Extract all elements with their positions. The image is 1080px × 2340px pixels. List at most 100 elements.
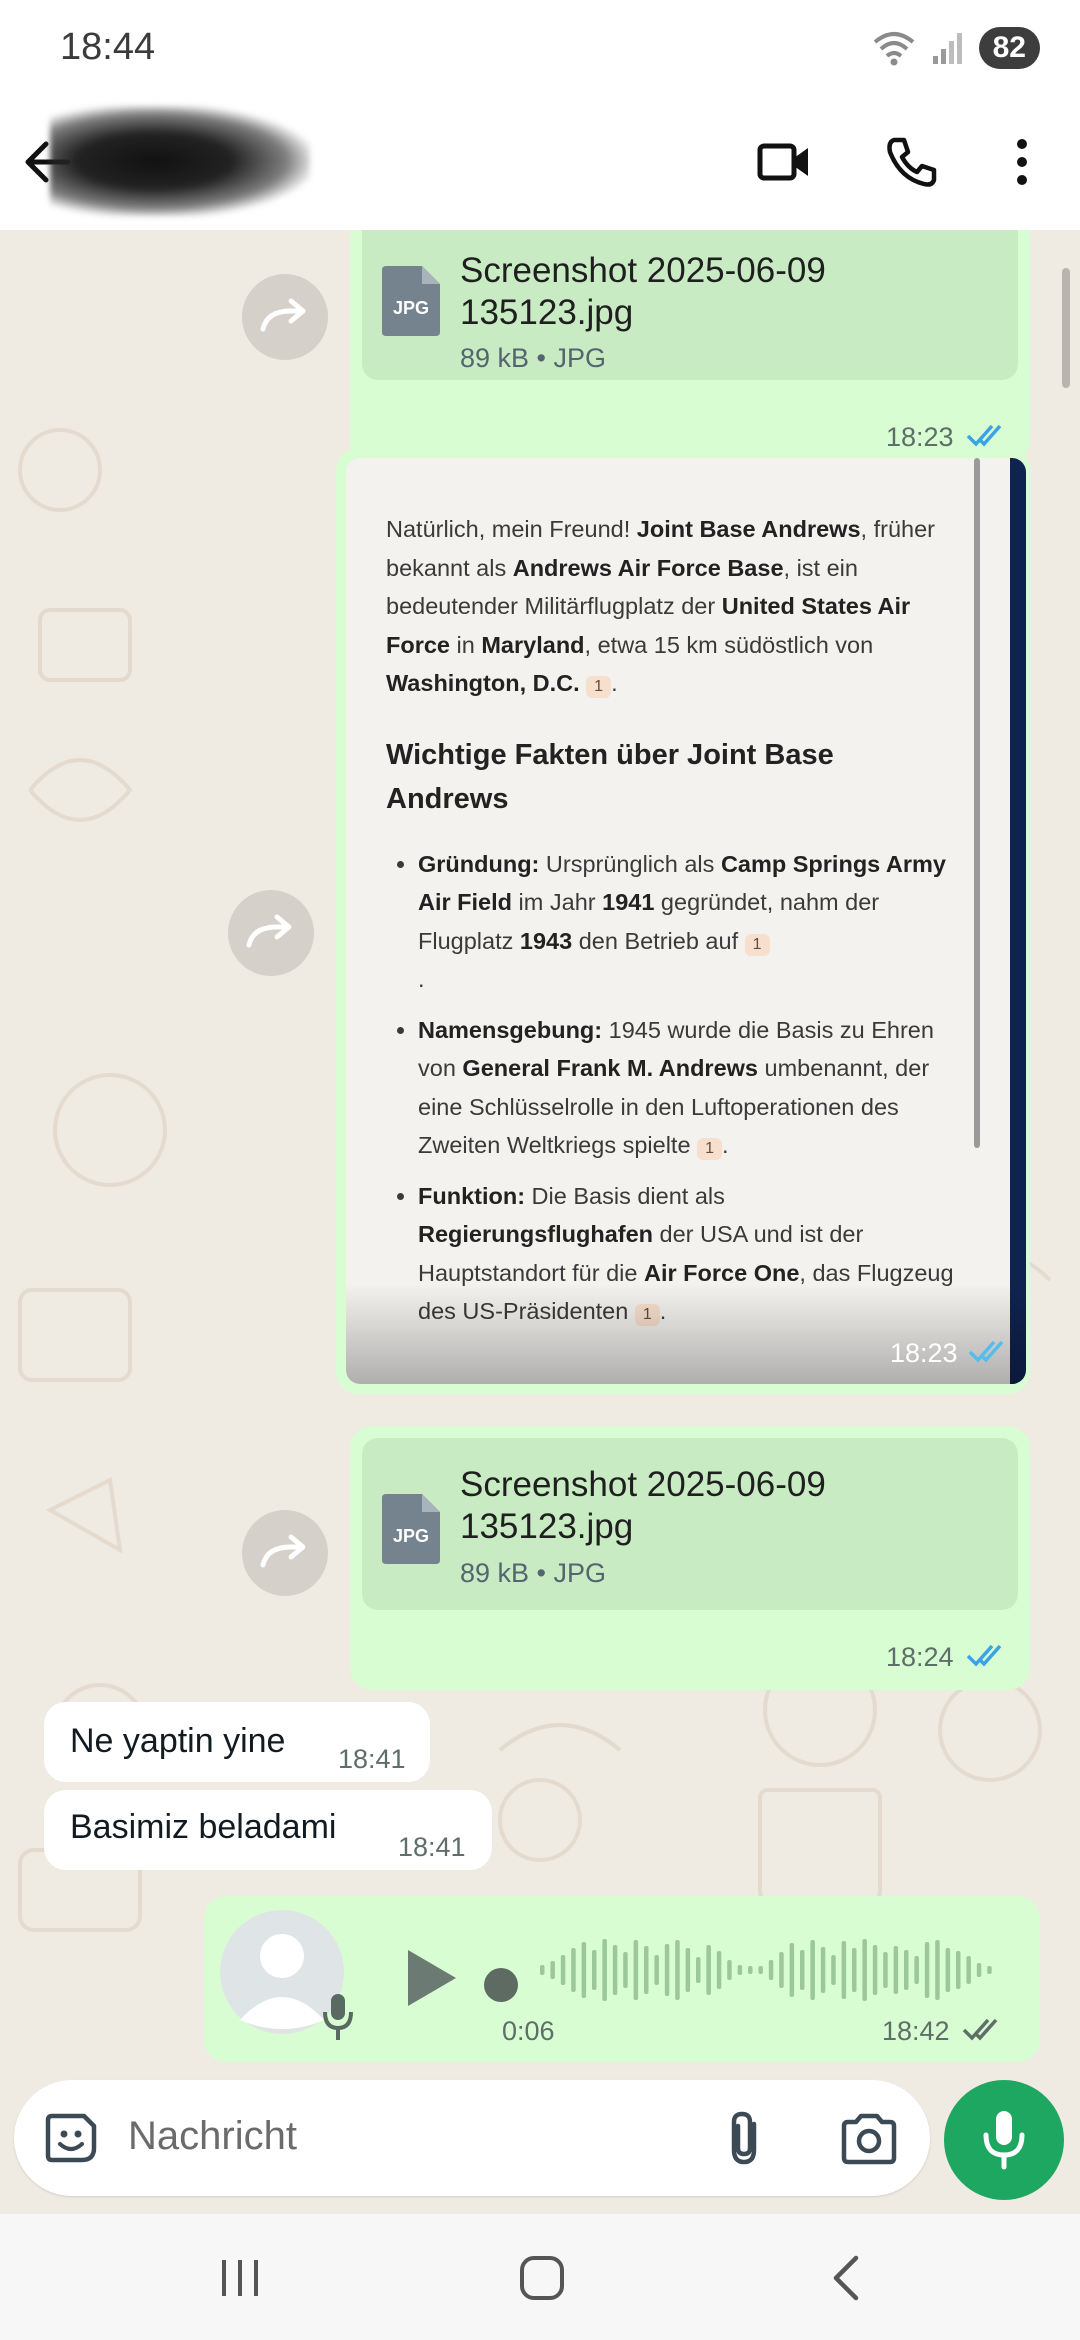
waveform-bar <box>768 1960 774 1980</box>
file-meta: 89 kB • JPG <box>460 1558 607 1588</box>
message-time: 18:41 <box>338 1744 406 1774</box>
waveform-bar <box>789 1943 795 1997</box>
waveform-bar <box>956 1951 961 1989</box>
chat-header <box>0 96 1080 230</box>
waveform-bar <box>664 1944 670 1996</box>
waveform-bar <box>893 1946 899 1994</box>
read-ticks-icon <box>966 424 1002 447</box>
back-icon[interactable] <box>826 2254 866 2302</box>
signal-icon <box>932 33 962 64</box>
forward-button[interactable] <box>228 890 314 976</box>
status-time: 18:44 <box>60 26 156 68</box>
playback-scrubber[interactable] <box>484 1968 518 2002</box>
waveform-bar <box>758 1966 763 1974</box>
message-input[interactable]: Nachricht <box>128 2114 297 2159</box>
waveform-bar <box>571 1948 576 1992</box>
waveform-bar <box>592 1950 597 1990</box>
sticker-icon[interactable] <box>42 2108 102 2168</box>
forward-button[interactable] <box>242 274 328 360</box>
jpg-file-icon: JPG <box>382 266 440 336</box>
image-edge <box>1010 458 1026 1384</box>
waveform-bar <box>581 1942 587 1998</box>
waveform-bar <box>654 1955 659 1985</box>
status-bar: 18:44 82 <box>0 0 1080 96</box>
image-shade <box>346 1284 1026 1384</box>
incoming-text-message[interactable]: Basimiz beladami 18:41 <box>44 1790 492 1870</box>
message-time: 18:23 <box>890 1338 958 1368</box>
svg-text:JPG: JPG <box>393 1526 429 1546</box>
voice-duration: 0:06 <box>502 2016 555 2046</box>
waveform-bar <box>852 1948 857 1992</box>
read-ticks-icon <box>966 1644 1002 1667</box>
play-icon[interactable] <box>400 1946 460 2010</box>
waveform-bar <box>810 1940 815 2000</box>
waveform-bar <box>623 1952 628 1988</box>
forward-button[interactable] <box>242 1510 328 1596</box>
waveform-bar <box>706 1945 711 1995</box>
mic-icon <box>983 2111 1025 2170</box>
message-time: 18:24 <box>886 1642 954 1672</box>
home-icon[interactable] <box>518 2254 566 2302</box>
jpg-file-icon: JPG <box>382 1494 440 1564</box>
outgoing-file-message[interactable]: JPG Screenshot 2025-06-09 135123.jpg 89 … <box>350 230 1030 464</box>
incoming-text-message[interactable]: Ne yaptin yine 18:41 <box>44 1702 430 1782</box>
forward-icon <box>260 1534 306 1568</box>
message-time: 18:41 <box>398 1832 466 1862</box>
waveform-bar <box>737 1965 743 1975</box>
voice-waveform[interactable] <box>540 1932 1000 2008</box>
forward-icon <box>260 298 306 332</box>
waveform-bar <box>779 1952 784 1988</box>
file-attachment-card[interactable]: JPG Screenshot 2025-06-09 135123.jpg 89 … <box>362 1438 1018 1610</box>
camera-icon[interactable] <box>838 2112 900 2166</box>
mic-badge-icon <box>323 1994 353 2040</box>
waveform-bar <box>831 1955 836 1985</box>
contact-avatar-redacted[interactable] <box>50 106 310 216</box>
waveform-bar <box>924 1942 930 1998</box>
waveform-bar <box>602 1939 607 2001</box>
message-text: Ne yaptin yine <box>70 1722 286 1760</box>
waveform-bar <box>987 1966 992 1974</box>
file-name: Screenshot 2025-06-09 135123.jpg <box>460 251 826 332</box>
image-scrollbar <box>974 458 980 1148</box>
waveform-bar <box>862 1939 867 2001</box>
chat-area[interactable]: JPG Screenshot 2025-06-09 135123.jpg 89 … <box>0 230 1080 2070</box>
image-screenshot-text: Natürlich, mein Freund! Joint Base Andre… <box>386 510 956 1343</box>
read-ticks-icon <box>968 1340 1004 1363</box>
waveform-bar <box>966 1956 971 1984</box>
message-text: Basimiz beladami <box>70 1808 337 1846</box>
waveform-bar <box>644 1946 649 1994</box>
message-composer[interactable]: Nachricht <box>14 2080 930 2196</box>
waveform-bar <box>696 1957 701 1983</box>
waveform-bar <box>800 1950 805 1990</box>
video-call-icon[interactable] <box>752 130 816 194</box>
waveform-bar <box>685 1948 691 1992</box>
battery-badge: 82 <box>978 27 1040 69</box>
waveform-bar <box>727 1960 732 1980</box>
attach-icon[interactable] <box>720 2110 776 2168</box>
chat-scrollbar[interactable] <box>1062 268 1070 388</box>
file-attachment-card[interactable]: JPG Screenshot 2025-06-09 135123.jpg 89 … <box>362 230 1018 380</box>
waveform-bar <box>904 1950 909 1990</box>
image-preview[interactable]: Natürlich, mein Freund! Joint Base Andre… <box>346 458 1026 1384</box>
delivered-ticks-icon <box>962 2018 998 2041</box>
waveform-bar <box>914 1956 919 1984</box>
waveform-bar <box>560 1955 566 1985</box>
waveform-bar <box>716 1951 722 1989</box>
waveform-bar <box>841 1941 847 1999</box>
forward-icon <box>246 914 292 948</box>
waveform-bar <box>633 1940 639 2000</box>
waveform-bar <box>675 1940 680 2000</box>
waveform-bar <box>540 1965 545 1975</box>
status-icons: 82 <box>871 26 1040 70</box>
outgoing-file-message[interactable]: JPG Screenshot 2025-06-09 135123.jpg 89 … <box>350 1426 1030 1690</box>
waveform-bar <box>872 1945 878 1995</box>
waveform-bar <box>612 1945 618 1995</box>
phone-call-icon[interactable] <box>880 130 944 194</box>
message-time: 18:42 <box>882 2016 950 2046</box>
recent-apps-icon[interactable] <box>216 2258 266 2298</box>
waveform-bar <box>976 1963 982 1977</box>
file-meta: 89 kB • JPG <box>460 343 607 373</box>
more-options-icon[interactable] <box>990 130 1054 194</box>
waveform-bar <box>883 1952 888 1988</box>
voice-record-button[interactable] <box>944 2080 1064 2200</box>
